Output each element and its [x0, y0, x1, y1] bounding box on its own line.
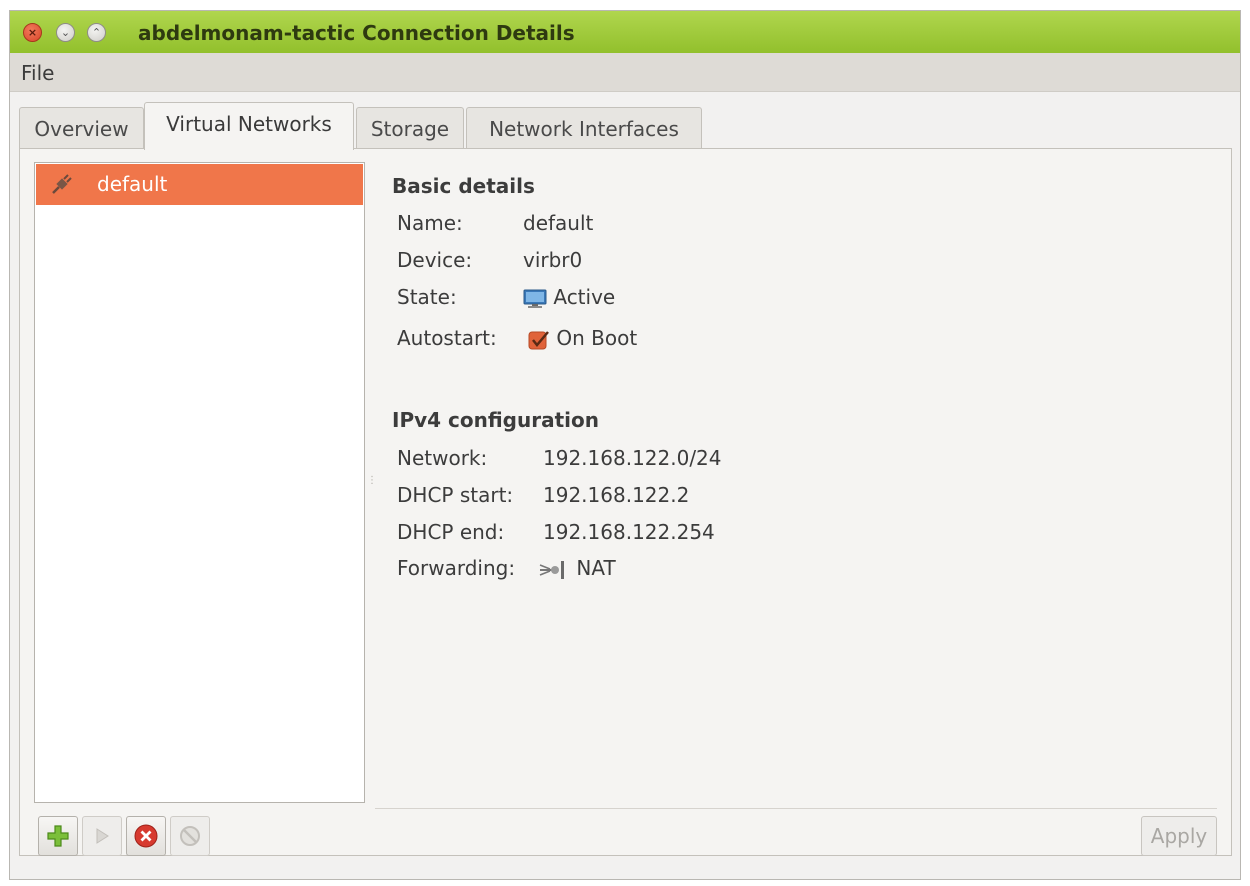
forwarding-value: NAT	[576, 556, 616, 580]
name-value: default	[523, 211, 594, 235]
network-label: Network:	[397, 446, 488, 470]
network-value: 192.168.122.0/24	[543, 446, 722, 470]
tab-virtual-networks-label: Virtual Networks	[166, 112, 332, 136]
ipv4-heading: IPv4 configuration	[392, 408, 599, 432]
network-plug-icon	[52, 174, 72, 194]
connection-details-window: × ⌄ ⌃ abdelmonam-tactic Connection Detai…	[9, 10, 1241, 880]
state-value: Active	[553, 285, 616, 309]
monitor-icon	[523, 289, 547, 308]
autostart-label: Autostart:	[397, 326, 497, 350]
tab-overview[interactable]: Overview	[19, 107, 144, 150]
dhcp-end-label: DHCP end:	[397, 520, 505, 544]
maximize-icon: ⌃	[91, 26, 102, 39]
device-value: virbr0	[523, 248, 583, 272]
name-label: Name:	[397, 211, 463, 235]
network-name: default	[97, 172, 168, 196]
dhcp-start-label: DHCP start:	[397, 483, 514, 507]
dhcp-start-value: 192.168.122.2	[543, 483, 690, 507]
maximize-window-button[interactable]: ⌃	[87, 23, 106, 42]
autostart-value: On Boot	[556, 326, 638, 350]
tab-overview-label: Overview	[34, 117, 129, 141]
delete-network-button[interactable]	[126, 816, 166, 856]
close-window-button[interactable]: ×	[23, 23, 42, 42]
menu-bar: File	[10, 53, 1240, 92]
tab-storage-label: Storage	[370, 117, 450, 141]
menu-file[interactable]: File	[21, 61, 54, 85]
state-label: State:	[397, 285, 457, 309]
state-value-group: Active	[523, 285, 615, 309]
stop-network-button[interactable]	[170, 816, 210, 856]
network-list[interactable]: default	[34, 162, 365, 803]
forwarding-label: Forwarding:	[397, 556, 516, 580]
virtual-networks-panel: default ⋮ Basic details Name: default De…	[19, 148, 1232, 856]
tab-virtual-networks[interactable]: Virtual Networks	[144, 102, 354, 150]
minimize-icon: ⌄	[60, 26, 71, 39]
actions-divider	[375, 808, 1217, 809]
network-list-item[interactable]: default	[36, 164, 363, 205]
tab-network-interfaces-label: Network Interfaces	[489, 117, 679, 141]
add-network-icon	[47, 825, 69, 847]
start-network-icon	[96, 828, 109, 844]
pane-resize-handle[interactable]: ⋮	[367, 476, 377, 486]
window-title: abdelmonam-tactic Connection Details	[138, 21, 575, 45]
close-icon: ×	[27, 26, 38, 39]
nat-routing-icon	[539, 560, 564, 579]
delete-network-icon	[134, 824, 158, 848]
checkbox-checked-icon	[528, 330, 549, 349]
apply-button[interactable]: Apply	[1141, 816, 1217, 856]
title-bar: × ⌄ ⌃ abdelmonam-tactic Connection Detai…	[10, 11, 1240, 54]
dhcp-end-value: 192.168.122.254	[543, 520, 715, 544]
stop-network-icon	[180, 826, 200, 846]
autostart-checkbox[interactable]: On Boot	[528, 326, 637, 351]
forwarding-value-group: NAT	[538, 556, 616, 580]
add-network-button[interactable]	[38, 816, 78, 856]
start-network-button[interactable]	[82, 816, 122, 856]
device-label: Device:	[397, 248, 473, 272]
tab-storage[interactable]: Storage	[356, 107, 464, 150]
tab-network-interfaces[interactable]: Network Interfaces	[466, 107, 702, 150]
basic-details-heading: Basic details	[392, 174, 535, 198]
minimize-window-button[interactable]: ⌄	[56, 23, 75, 42]
